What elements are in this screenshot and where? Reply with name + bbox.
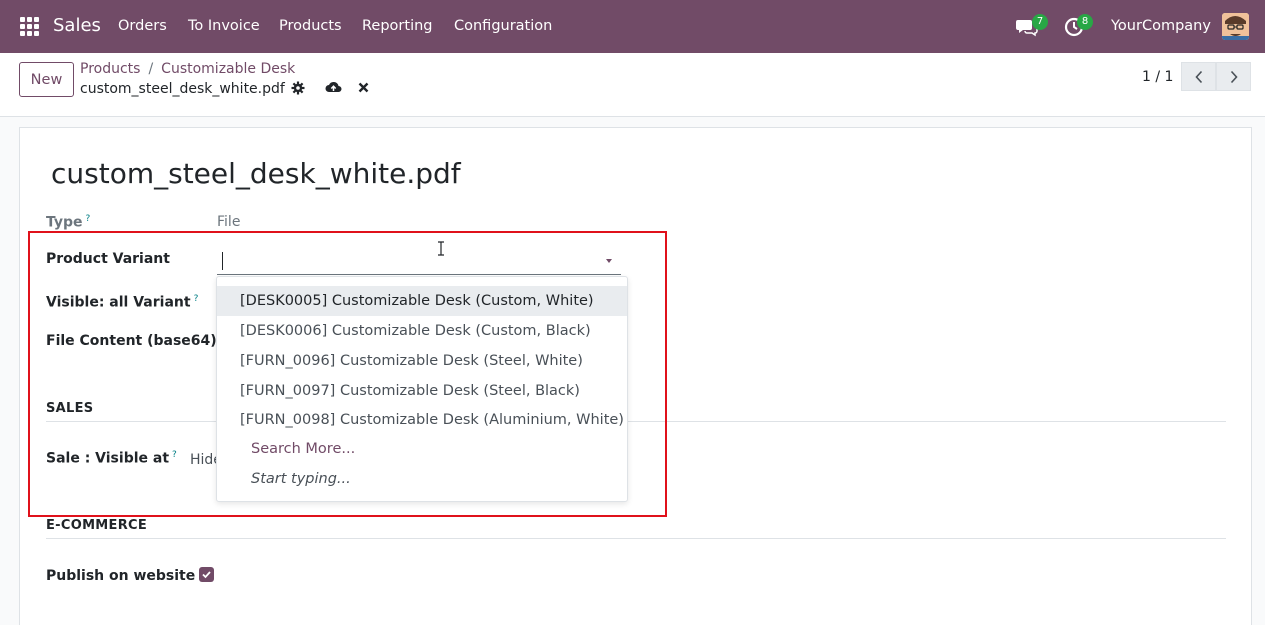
cloud-upload-icon[interactable]: [325, 80, 342, 94]
record-name: custom_steel_desk_white.pdf: [80, 81, 285, 97]
text-cursor-icon: [438, 241, 444, 256]
breadcrumb-separator: /: [148, 61, 154, 77]
pager-value[interactable]: 1 / 1: [1142, 69, 1173, 85]
sale-visible-help-icon[interactable]: ?: [172, 450, 177, 460]
publish-website-label: Publish on website: [46, 568, 196, 584]
type-label: Type?: [46, 214, 90, 231]
record-name-label: custom_steel_desk_white.pdf: [80, 81, 285, 97]
type-help-icon[interactable]: ?: [86, 214, 91, 224]
menu-configuration[interactable]: Configuration: [454, 18, 552, 34]
dropdown-option[interactable]: [FURN_0097] Customizable Desk (Steel, Bl…: [217, 376, 627, 406]
check-icon: [202, 571, 211, 579]
discard-icon[interactable]: [358, 82, 369, 93]
sales-section-title: SALES: [46, 401, 94, 416]
pager-previous-button[interactable]: [1181, 62, 1216, 91]
control-panel: New Products / Customizable Desk custom_…: [0, 53, 1265, 117]
gear-icon[interactable]: [291, 81, 305, 95]
publish-website-checkbox[interactable]: [199, 567, 214, 582]
product-variant-input[interactable]: [222, 252, 223, 270]
activities-badge: 8: [1077, 14, 1093, 30]
breadcrumb-products[interactable]: Products: [80, 61, 140, 77]
breadcrumb: Products / Customizable Desk: [80, 61, 295, 77]
top-navbar: Sales Orders To Invoice Products Reporti…: [0, 0, 1265, 53]
form-title: custom_steel_desk_white.pdf: [51, 157, 461, 190]
new-button[interactable]: New: [19, 62, 74, 97]
menu-reporting[interactable]: Reporting: [362, 18, 433, 34]
company-switcher[interactable]: YourCompany: [1111, 18, 1211, 34]
pager-next-button[interactable]: [1216, 62, 1251, 91]
visible-all-variant-text: Visible: all Variant: [46, 294, 191, 311]
dropdown-option[interactable]: [FURN_0096] Customizable Desk (Steel, Wh…: [217, 346, 627, 376]
visible-all-variant-label: Visible: all Variant?: [46, 294, 198, 311]
chevron-right-icon: [1230, 70, 1238, 83]
sale-visible-text: Sale : Visible at: [46, 450, 170, 467]
dropdown-option[interactable]: [DESK0006] Customizable Desk (Custom, Bl…: [217, 316, 627, 346]
visible-all-variant-help-icon[interactable]: ?: [194, 294, 199, 304]
user-avatar[interactable]: [1222, 13, 1249, 40]
start-typing-hint: Start typing...: [251, 471, 351, 487]
messages-badge: 7: [1032, 14, 1048, 30]
menu-orders[interactable]: Orders: [118, 18, 167, 34]
form-sheet: custom_steel_desk_white.pdf Type? File P…: [19, 127, 1252, 625]
type-label-text: Type: [46, 214, 83, 231]
menu-to-invoice[interactable]: To Invoice: [188, 18, 260, 34]
type-value: File: [217, 214, 241, 230]
dropdown-option[interactable]: [FURN_0098] Customizable Desk (Aluminium…: [217, 405, 627, 435]
search-more-link[interactable]: Search More...: [251, 441, 355, 457]
dropdown-caret-icon[interactable]: [606, 259, 612, 263]
ecommerce-section-title: E-COMMERCE: [46, 518, 148, 533]
product-variant-label: Product Variant: [46, 251, 170, 267]
ecommerce-section-divider: [46, 538, 1226, 539]
apps-menu-icon[interactable]: [20, 17, 39, 36]
breadcrumb-customizable-desk[interactable]: Customizable Desk: [161, 61, 295, 77]
file-content-label: File Content (base64): [46, 333, 217, 349]
sale-visible-label: Sale : Visible at?: [46, 450, 177, 467]
product-variant-input-underline[interactable]: [217, 274, 621, 275]
menu-products[interactable]: Products: [279, 18, 342, 34]
chevron-left-icon: [1194, 70, 1202, 83]
dropdown-option[interactable]: [DESK0005] Customizable Desk (Custom, Wh…: [217, 286, 627, 316]
app-name[interactable]: Sales: [53, 15, 101, 36]
product-variant-dropdown: [DESK0005] Customizable Desk (Custom, Wh…: [216, 276, 628, 502]
